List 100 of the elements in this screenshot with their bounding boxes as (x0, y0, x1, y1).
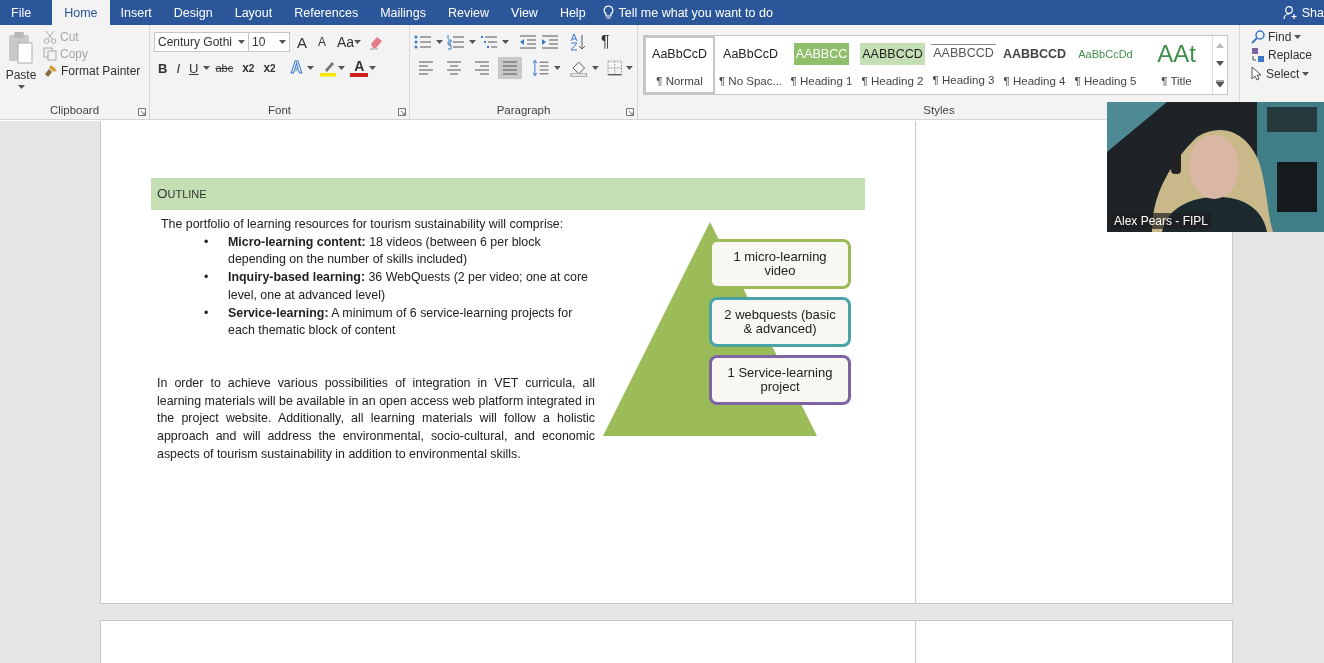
caret-icon (238, 40, 245, 44)
style-label: ¶ No Spac... (718, 75, 783, 87)
caret-icon (436, 40, 443, 44)
caret-icon (203, 66, 211, 70)
replace-icon (1251, 47, 1265, 63)
ribbon-tab[interactable]: View (500, 0, 549, 25)
bold-button[interactable]: B (154, 57, 172, 79)
change-case-button[interactable]: Aa (333, 31, 366, 53)
group-label: Styles (922, 104, 956, 118)
caret-icon (1294, 35, 1302, 39)
style-label: ¶ Heading 2 (861, 75, 924, 87)
bullet-marker: • (204, 233, 210, 251)
cursor-icon (1251, 66, 1263, 81)
style-option[interactable]: AaBbCcD ¶ Normal (644, 36, 715, 94)
caret-icon (591, 66, 599, 70)
highlighter-icon[interactable] (319, 59, 338, 77)
style-label: ¶ Title (1161, 75, 1192, 87)
sort-icon[interactable] (569, 33, 587, 51)
person-add-icon (1282, 5, 1298, 20)
show-formatting-marks-button[interactable]: ¶ (597, 31, 614, 53)
clipboard-icon (7, 31, 35, 65)
tell-me-search[interactable]: Tell me what you want to do (618, 5, 773, 20)
group-label: Clipboard (48, 104, 101, 118)
intro-text: The portfolio of learning resources for tourism sustainability will comprise: (161, 216, 565, 233)
copy-icon (43, 47, 57, 61)
ribbon-tab[interactable]: Help (548, 0, 597, 25)
ribbon-tab[interactable]: References (283, 0, 370, 25)
style-label: ¶ Heading 1 (790, 75, 853, 87)
grow-font-button[interactable]: A (293, 31, 311, 53)
caret-icon (307, 66, 315, 70)
style-label: ¶ Heading 4 (1003, 75, 1066, 87)
shading-icon[interactable] (570, 59, 588, 77)
style-option[interactable]: AaBbCcDd ¶ Heading 5 (1070, 36, 1141, 94)
style-preview: AABBCC (793, 43, 850, 65)
bullet-marker: • (204, 269, 210, 287)
style-option[interactable]: AABBCCD ¶ Heading 4 (999, 36, 1070, 94)
ribbon-tab[interactable]: Layout (223, 0, 284, 25)
font-color-button[interactable]: A (350, 59, 369, 77)
style-option[interactable]: AAt ¶ Title (1141, 36, 1212, 94)
italic-button[interactable]: I (172, 57, 184, 79)
bullet-text: Inquiry-based learning: 36 WebQuests (2 per video; one at core level, one at advanced level) (228, 269, 589, 304)
ribbon-tab[interactable]: Home (52, 0, 110, 25)
decrease-indent-icon[interactable] (519, 34, 537, 50)
participant-name: Alex Pears - FIPL (1111, 213, 1212, 229)
share-button[interactable]: Sha (1301, 5, 1324, 20)
body-paragraph: In order to achieve various possibilities of integration in VET curricula, all learning materials will be available in an open access web platform integrated in the project website. Additionally, all learning materials will follow a holistic approach and will address the environmental, socio-cultural, and economic aspects of tourism sustainability in addition to environmental skills. (157, 374, 595, 463)
style-option[interactable]: AABBCCD ¶ Heading 2 (857, 36, 928, 94)
style-preview: AABBCCD (860, 43, 925, 65)
pyramid-level-box: 2 webquests (basic & advanced) (709, 297, 851, 347)
font-name-field[interactable]: Century Gothi (154, 32, 249, 52)
caret-icon (354, 40, 362, 44)
paintbrush-icon (43, 64, 58, 78)
caret-icon (279, 40, 286, 44)
caret-icon (502, 40, 509, 44)
caret-icon (369, 66, 377, 70)
line-spacing-icon[interactable] (532, 59, 550, 77)
bullets-icon[interactable] (414, 34, 432, 50)
lightbulb-icon (602, 5, 614, 20)
increase-indent-icon[interactable] (541, 34, 559, 50)
find-button[interactable]: Find (1248, 29, 1316, 45)
eraser-icon[interactable] (368, 34, 385, 50)
caret-icon (626, 66, 633, 70)
section-heading: OUTLINE (151, 178, 865, 210)
scissors-icon (43, 30, 57, 44)
caret-icon (17, 85, 25, 89)
style-preview: AaBbCcD (651, 46, 708, 63)
format-painter-button[interactable]: Format Painter (40, 63, 144, 79)
underline-button[interactable]: U (185, 57, 203, 79)
bullet-text: Micro-learning content: 18 videos (between 6 per block depending on the number of skills included) (228, 233, 542, 269)
style-option[interactable]: AABBCC ¶ Heading 1 (786, 36, 857, 94)
multilevel-list-icon[interactable] (480, 34, 498, 50)
style-option[interactable]: AaBbCcD ¶ No Spac... (715, 36, 786, 94)
pyramid-level-box: 1 Service-learning project (709, 355, 851, 405)
strikethrough-button[interactable]: abc (211, 57, 238, 79)
caret-icon (1302, 71, 1310, 76)
borders-icon[interactable] (606, 60, 623, 76)
paste-button[interactable]: Paste (4, 29, 38, 104)
select-button[interactable]: Select (1248, 65, 1316, 82)
caret-icon (469, 40, 476, 44)
ribbon-tab[interactable]: Insert (109, 0, 163, 25)
numbering-icon[interactable] (447, 34, 465, 50)
dialog-launcher-icon[interactable] (398, 108, 406, 116)
ribbon-tab[interactable]: Mailings (369, 0, 437, 25)
font-size-field[interactable]: 10 (248, 32, 290, 52)
dialog-launcher-icon[interactable] (138, 108, 146, 116)
style-option[interactable]: AABBCCD ¶ Heading 3 (928, 36, 999, 94)
style-preview: AABBCCD (931, 44, 996, 62)
group-label: Font (267, 104, 292, 118)
group-label: Paragraph (495, 104, 552, 118)
more-styles-icon[interactable] (1216, 80, 1224, 88)
ribbon-tab[interactable]: Design (162, 0, 224, 25)
style-preview: AABBCCD (1001, 46, 1068, 63)
style-label: ¶ Heading 3 (932, 73, 995, 86)
ribbon-tab[interactable]: Review (437, 0, 500, 25)
dialog-launcher-icon[interactable] (626, 108, 634, 116)
ribbon-tab[interactable]: File (0, 0, 44, 25)
shrink-font-button[interactable]: A (314, 31, 331, 53)
replace-button[interactable]: Replace (1248, 46, 1316, 64)
style-label: ¶ Normal (656, 75, 703, 87)
scroll-down-icon[interactable] (1216, 61, 1224, 67)
